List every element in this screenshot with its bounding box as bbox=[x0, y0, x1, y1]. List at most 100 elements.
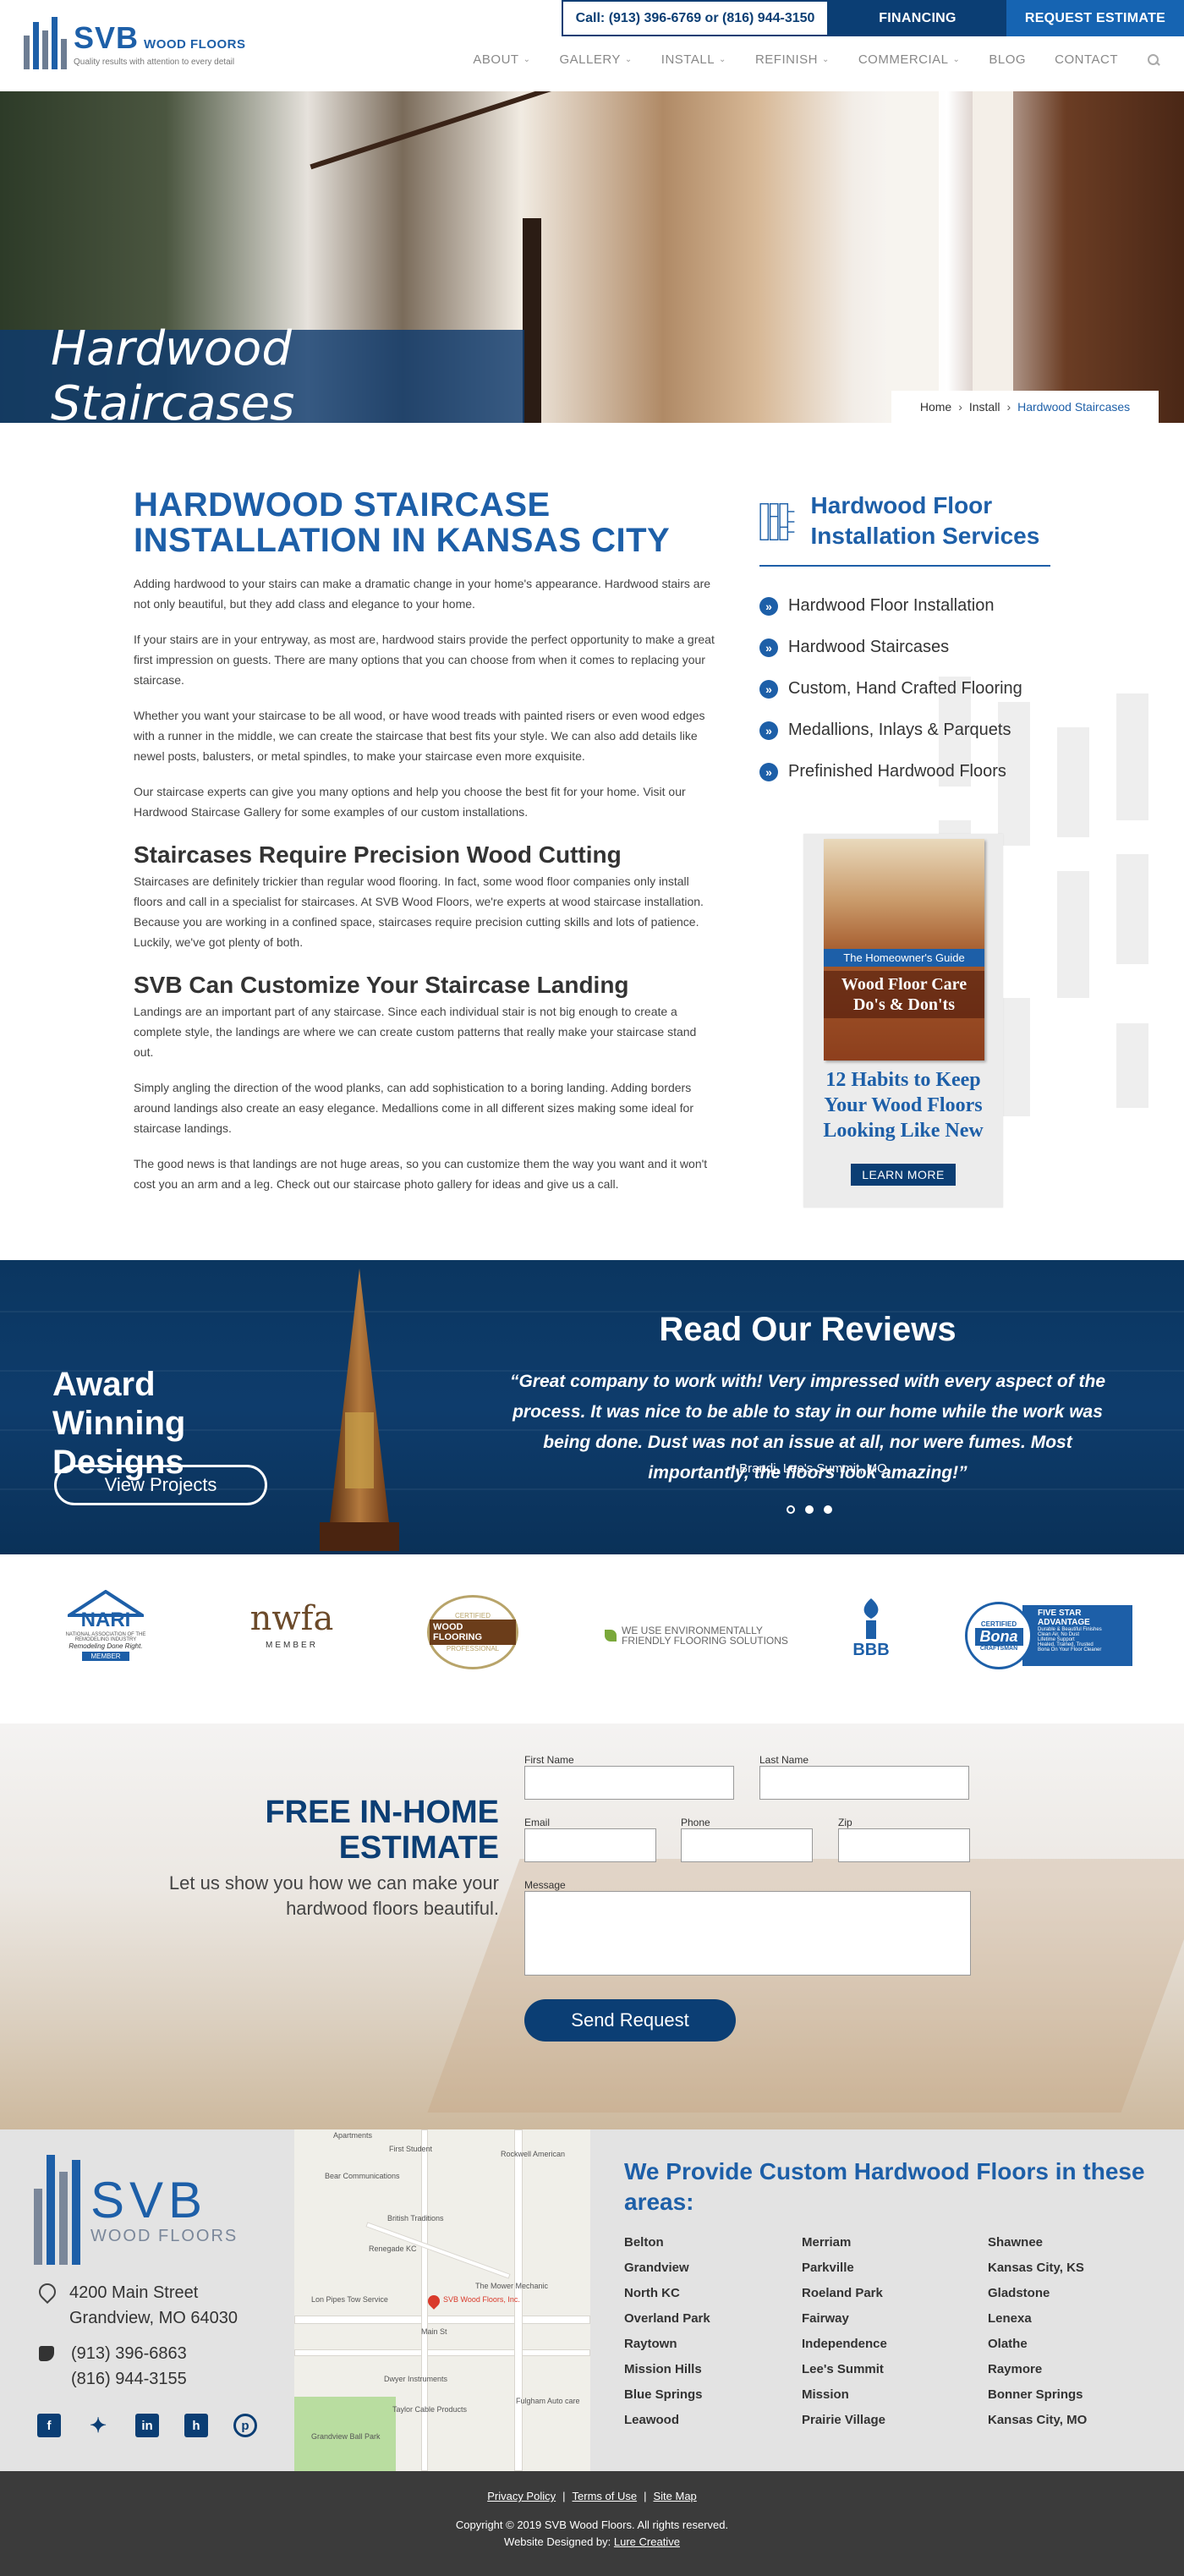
care-guide-promo[interactable]: The Homeowner's Guide Wood Floor Care Do… bbox=[803, 834, 1003, 1208]
area-item: Grandview bbox=[624, 2261, 689, 2275]
location-map[interactable]: Apartments First Student Rockwell Americ… bbox=[294, 2129, 590, 2471]
article-paragraph: Landings are an important part of any st… bbox=[134, 1005, 697, 1059]
bbb-torch-icon bbox=[863, 1598, 879, 1639]
breadcrumb-install[interactable]: Install bbox=[969, 400, 1000, 414]
phone-link-2[interactable]: (816) 944-3155 bbox=[71, 2366, 187, 2392]
linkedin-icon[interactable]: in bbox=[135, 2414, 159, 2437]
social-links: f ✦ in h p bbox=[37, 2414, 257, 2437]
footer-logo-wood-floors: WOOD FLOORS bbox=[90, 2226, 238, 2245]
view-projects-button[interactable]: View Projects bbox=[54, 1465, 267, 1505]
footer-logo[interactable]: SVB WOOD FLOORS bbox=[34, 2155, 238, 2265]
area-item: Kansas City, MO bbox=[988, 2413, 1088, 2427]
financing-button[interactable]: FINANCING bbox=[829, 0, 1006, 36]
review-author: ~ Brandi, Lee's Summit, MO bbox=[728, 1461, 887, 1476]
message-field[interactable] bbox=[524, 1891, 971, 1976]
nav-refinish[interactable]: REFINISH ⌄ bbox=[755, 52, 830, 67]
carousel-dot-active[interactable] bbox=[805, 1505, 814, 1514]
area-item: Gladstone bbox=[988, 2286, 1050, 2300]
wood-flooring-certified-logo: CERTIFIED WOOD FLOORING PROFESSIONAL bbox=[427, 1595, 518, 1669]
double-chevron-right-icon: » bbox=[759, 596, 778, 616]
terms-of-use-link[interactable]: Terms of Use bbox=[573, 2490, 638, 2502]
zip-field[interactable] bbox=[838, 1828, 970, 1862]
search-icon[interactable] bbox=[1147, 53, 1160, 67]
service-item[interactable]: » Prefinished Hardwood Floors bbox=[759, 751, 1050, 792]
floor-planks-icon bbox=[759, 503, 795, 540]
nav-gallery[interactable]: GALLERY ⌄ bbox=[559, 52, 632, 67]
facebook-icon[interactable]: f bbox=[37, 2414, 61, 2437]
footer-links: Privacy Policy | Terms of Use | Site Map bbox=[487, 2490, 697, 2502]
nav-commercial[interactable]: COMMERCIAL ⌄ bbox=[858, 52, 961, 67]
book-title: Wood Floor Care Do's & Don'ts bbox=[824, 971, 984, 1018]
nav-blog[interactable]: BLOG bbox=[989, 52, 1026, 67]
article-paragraph: The good news is that landings are not h… bbox=[134, 1157, 708, 1191]
learn-more-button[interactable]: LEARN MORE bbox=[851, 1164, 956, 1186]
nav-about[interactable]: ABOUT ⌄ bbox=[473, 52, 530, 67]
main-content: HARDWOOD STAIRCASE INSTALLATION IN KANSA… bbox=[0, 423, 1184, 1260]
footer-phones: (913) 396-6863 (816) 944-3155 bbox=[39, 2341, 187, 2392]
phone-link-1[interactable]: (913) 396-6863 bbox=[71, 2341, 187, 2366]
area-item: Belton bbox=[624, 2235, 664, 2250]
chevron-down-icon: ⌄ bbox=[719, 55, 726, 64]
chevron-down-icon: ⌄ bbox=[624, 55, 633, 64]
copyright-text: Copyright © 2019 SVB Wood Floors. All ri… bbox=[455, 2518, 729, 2531]
area-item: Mission Hills bbox=[624, 2362, 702, 2376]
carousel-dot[interactable] bbox=[787, 1505, 795, 1514]
logo-svb-text: SVB bbox=[74, 19, 140, 55]
service-item[interactable]: » Medallions, Inlays & Parquets bbox=[759, 710, 1050, 751]
service-item[interactable]: » Hardwood Floor Installation bbox=[759, 585, 1050, 627]
area-item: Roeland Park bbox=[802, 2286, 883, 2300]
area-item: Parkville bbox=[802, 2261, 854, 2275]
nav-install[interactable]: INSTALL ⌄ bbox=[661, 52, 726, 67]
estimate-subtitle: Let us show you how we can make your har… bbox=[168, 1872, 499, 1919]
map-pin-icon[interactable] bbox=[425, 2293, 442, 2310]
bbb-logo: BBB bbox=[846, 1597, 896, 1660]
service-item[interactable]: » Custom, Hand Crafted Flooring bbox=[759, 668, 1050, 710]
hero-banner: Hardwood Staircases Home › Install › Har… bbox=[0, 91, 1184, 423]
services-sidebar: Hardwood Floor Installation Services » Ha… bbox=[759, 487, 1050, 792]
nwfa-logo: nwfa MEMBER bbox=[249, 1599, 334, 1650]
logo-mark-icon bbox=[34, 2155, 80, 2265]
area-item: Olathe bbox=[988, 2337, 1028, 2351]
breadcrumb-home[interactable]: Home bbox=[920, 400, 951, 414]
email-field[interactable] bbox=[524, 1828, 656, 1862]
estimate-title: FREE IN-HOME ESTIMATE bbox=[265, 1795, 499, 1866]
top-bar: Call: (913) 396-6769 or (816) 944-3150 F… bbox=[562, 0, 1184, 36]
article-paragraph: Simply angling the direction of the wood… bbox=[134, 1081, 694, 1135]
article-paragraph: Adding hardwood to your stairs can make … bbox=[134, 577, 711, 611]
privacy-policy-link[interactable]: Privacy Policy bbox=[487, 2490, 556, 2502]
article-paragraph: Our staircase experts can give you many … bbox=[134, 785, 686, 819]
first-name-field[interactable] bbox=[524, 1766, 734, 1800]
promo-heading: 12 Habits to Keep Your Wood Floors Looki… bbox=[823, 1069, 984, 1142]
chevron-right-icon: › bbox=[1006, 400, 1011, 414]
hero-photo-column bbox=[973, 91, 1013, 423]
pinterest-icon[interactable]: p bbox=[233, 2414, 257, 2437]
request-estimate-button[interactable]: REQUEST ESTIMATE bbox=[1006, 0, 1184, 36]
houzz-icon[interactable]: h bbox=[184, 2414, 208, 2437]
area-item: North KC bbox=[624, 2286, 680, 2300]
twitter-icon[interactable]: ✦ bbox=[86, 2414, 110, 2437]
send-request-button[interactable]: Send Request bbox=[524, 1999, 736, 2042]
chevron-down-icon: ⌄ bbox=[821, 55, 830, 64]
phone-field[interactable] bbox=[681, 1828, 813, 1862]
page-title: HARDWOOD STAIRCASE INSTALLATION IN KANSA… bbox=[134, 486, 671, 559]
hero-title: Hardwood Staircases bbox=[51, 321, 295, 423]
site-map-link[interactable]: Site Map bbox=[653, 2490, 696, 2502]
hero-photo-column bbox=[886, 91, 939, 423]
area-item: Merriam bbox=[802, 2235, 852, 2250]
service-areas-list: Belton Merriam Shawnee Grandview Parkvil… bbox=[624, 2233, 1157, 2431]
nav-contact[interactable]: CONTACT bbox=[1055, 52, 1118, 67]
area-item: Overland Park bbox=[624, 2311, 710, 2326]
main-nav: ABOUT ⌄ GALLERY ⌄ INSTALL ⌄ REFINISH ⌄ COMME… bbox=[473, 52, 1160, 67]
carousel-dot[interactable] bbox=[824, 1505, 832, 1514]
area-item: Shawnee bbox=[988, 2235, 1044, 2250]
double-chevron-right-icon: » bbox=[759, 638, 778, 657]
services-list: » Hardwood Floor Installation » Hardwood S… bbox=[759, 585, 1050, 792]
phone-icon bbox=[39, 2346, 54, 2361]
area-item: Blue Springs bbox=[624, 2387, 703, 2402]
site-logo[interactable]: SVB WOOD FLOORS Quality results with att… bbox=[24, 17, 246, 69]
hero-photo-railing bbox=[310, 91, 553, 170]
service-item[interactable]: » Hardwood Staircases bbox=[759, 627, 1050, 668]
designer-link[interactable]: Lure Creative bbox=[614, 2535, 680, 2548]
phone-link[interactable]: Call: (913) 396-6769 or (816) 944-3150 bbox=[562, 0, 829, 36]
last-name-field[interactable] bbox=[759, 1766, 969, 1800]
